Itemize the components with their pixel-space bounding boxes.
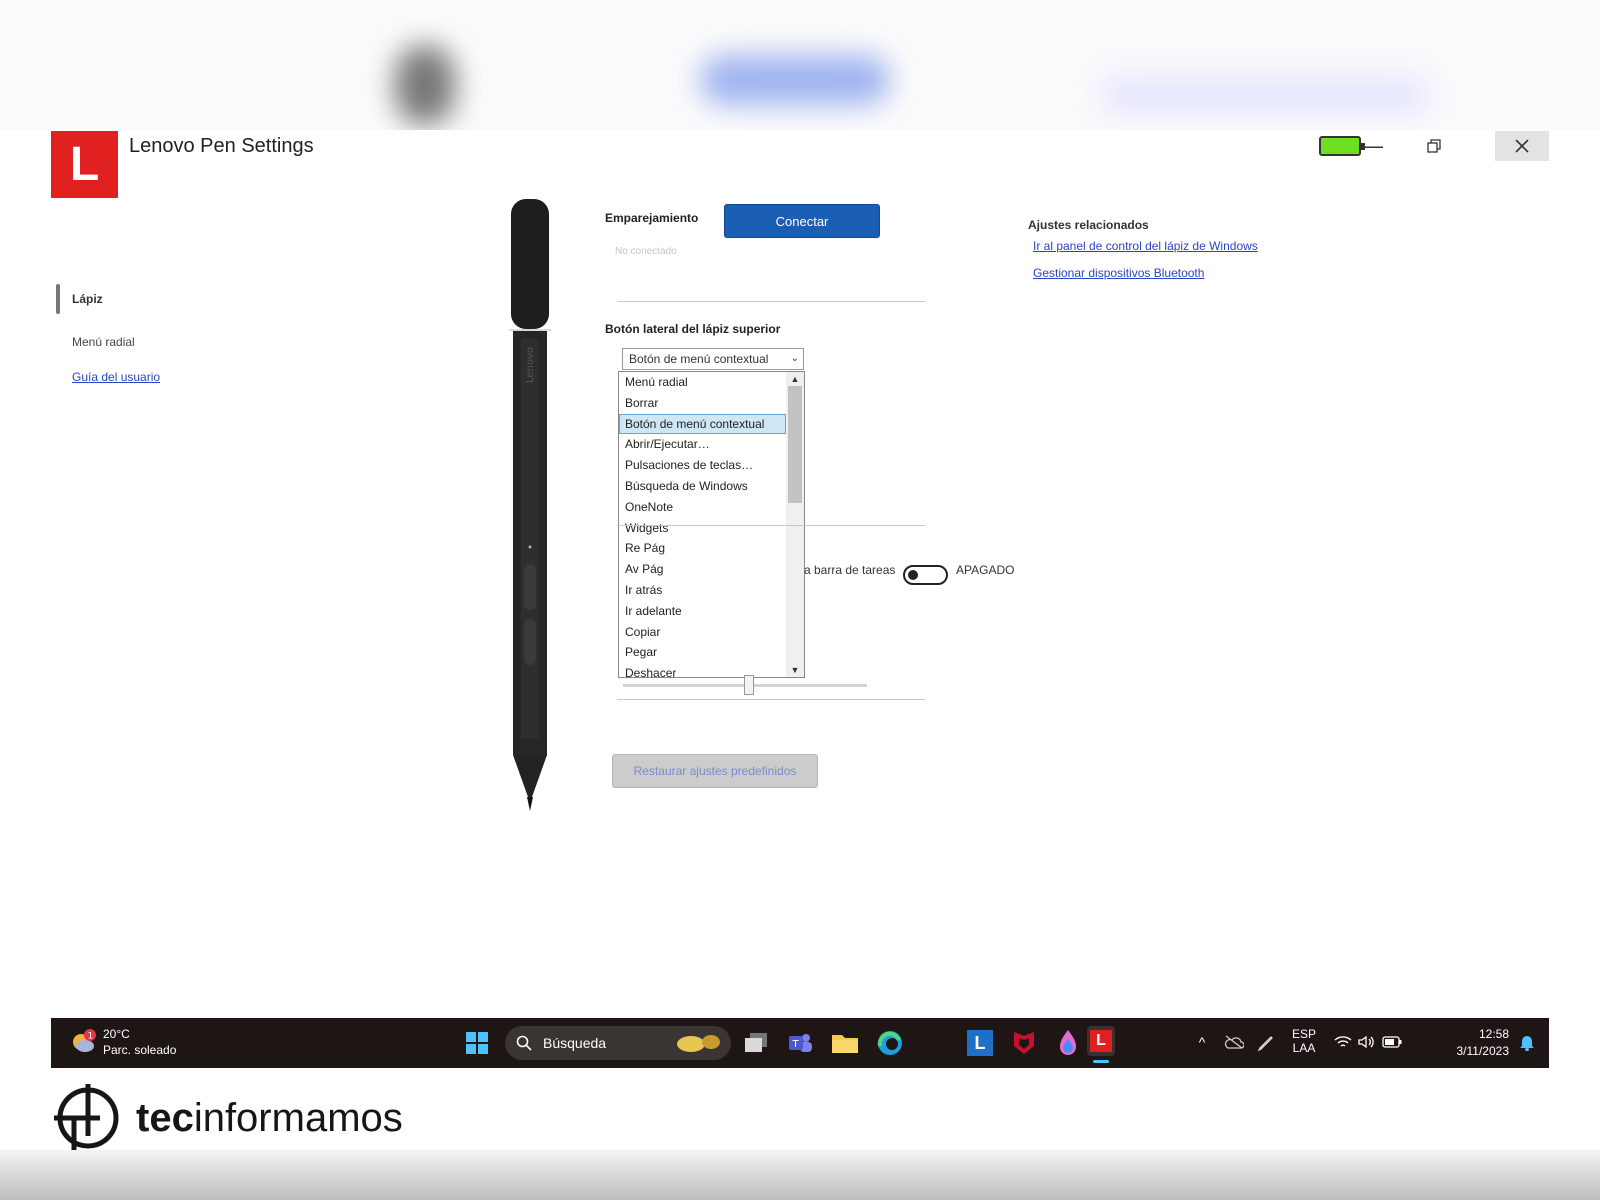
dropdown-option[interactable]: Deshacer xyxy=(619,663,786,677)
weather-temperature: 20°C xyxy=(103,1027,130,1041)
restore-window-button[interactable] xyxy=(1407,131,1461,161)
notification-bell-icon[interactable] xyxy=(1517,1032,1537,1052)
dropdown-option[interactable]: Widgets xyxy=(619,518,786,539)
windows-start-icon[interactable] xyxy=(464,1030,490,1056)
clock-date: 3/11/2023 xyxy=(1456,1044,1510,1058)
weather-description: Parc. soleado xyxy=(103,1043,177,1057)
minimize-icon: — xyxy=(1361,133,1383,158)
pairing-status: No conectado xyxy=(615,246,677,257)
language-code: ESP xyxy=(1291,1027,1316,1041)
lenovo-pen-settings-taskbar-button[interactable]: L xyxy=(1087,1026,1115,1056)
search-placeholder: Búsqueda xyxy=(543,1035,607,1051)
slider-thumb[interactable] xyxy=(744,675,754,695)
close-button[interactable] xyxy=(1495,131,1549,161)
edge-icon[interactable] xyxy=(877,1030,903,1056)
restore-icon xyxy=(1427,139,1441,153)
user-guide-link[interactable]: Guía del usuario xyxy=(72,370,160,384)
dropdown-option[interactable]: Ir atrás xyxy=(619,580,786,601)
dropdown-option[interactable]: Borrar xyxy=(619,393,786,414)
pen-icon[interactable] xyxy=(1255,1032,1277,1052)
pen-illustration: Lenovo xyxy=(509,199,551,811)
close-icon xyxy=(1515,139,1529,153)
clock-time: 12:58 xyxy=(1478,1027,1509,1041)
taskbar-toggle-label: a barra de tareas xyxy=(804,563,896,577)
toggle-knob xyxy=(908,570,918,580)
dropdown-option[interactable]: Abrir/Ejecutar… xyxy=(619,434,786,455)
clock[interactable]: 12:58 3/11/2023 xyxy=(1445,1026,1510,1060)
sidebar-item-lapiz[interactable]: Lápiz xyxy=(72,292,103,306)
taskbar-search[interactable]: Búsqueda xyxy=(505,1026,731,1060)
manage-bluetooth-link[interactable]: Gestionar dispositivos Bluetooth xyxy=(1033,266,1204,280)
window-title: Lenovo Pen Settings xyxy=(129,135,314,157)
scroll-thumb[interactable] xyxy=(788,386,802,503)
onedrive-icon[interactable] xyxy=(1223,1032,1245,1052)
teams-icon[interactable]: T xyxy=(787,1030,813,1056)
dropdown-option[interactable]: Menú radial xyxy=(619,372,786,393)
active-app-indicator xyxy=(1093,1060,1109,1063)
dropdown-option[interactable]: Copiar xyxy=(619,622,786,643)
blurred-shape xyxy=(1100,75,1430,115)
watermark-bold: tec xyxy=(136,1095,194,1140)
chevron-up-icon[interactable]: ^ xyxy=(1193,1032,1211,1052)
watermark-rest: informamos xyxy=(193,1095,403,1140)
related-settings-title: Ajustes relacionados xyxy=(1028,218,1149,232)
dropdown-option[interactable]: Pulsaciones de teclas… xyxy=(619,455,786,476)
dropdown-option[interactable]: Re Pág xyxy=(619,538,786,559)
windows-pen-control-panel-link[interactable]: Ir al panel de control del lápiz de Wind… xyxy=(1033,239,1258,253)
watermark: tecinformamos xyxy=(52,1082,403,1154)
side-button-label: Botón lateral del lápiz superior xyxy=(605,322,781,336)
crosshair-logo-icon xyxy=(54,1084,119,1152)
dropdown-option[interactable]: Botón de menú contextual xyxy=(619,413,786,435)
weather-icon[interactable]: 1 xyxy=(69,1026,97,1056)
restore-defaults-button[interactable]: Restaurar ajustes predefinidos xyxy=(612,754,818,788)
search-icon xyxy=(516,1035,532,1051)
paint-icon[interactable] xyxy=(1055,1028,1081,1058)
svg-text:Lenovo: Lenovo xyxy=(525,347,536,383)
volume-icon[interactable] xyxy=(1357,1032,1377,1052)
mcafee-icon[interactable] xyxy=(1011,1030,1037,1056)
dropdown-option[interactable]: Av Pág xyxy=(619,559,786,580)
blurred-background xyxy=(0,0,1600,130)
dropdown-option[interactable]: Ir adelante xyxy=(619,601,786,622)
dropdown-option[interactable]: OneNote xyxy=(619,497,786,518)
pairing-label: Emparejamiento xyxy=(605,211,699,225)
weather-badge: 1 xyxy=(88,1032,94,1042)
watermark-text: tecinformamos xyxy=(136,1096,403,1141)
section-divider xyxy=(617,525,925,526)
minimize-button[interactable]: — xyxy=(1345,131,1399,161)
scroll-up-icon[interactable]: ▲ xyxy=(786,372,804,386)
side-button-selected-value: Botón de menú contextual xyxy=(629,352,769,366)
battery-tray-icon[interactable] xyxy=(1381,1032,1403,1052)
taskbar: 1 20°C Parc. soleado Búsqueda T L L ^ ES… xyxy=(51,1018,1549,1068)
dropdown-option[interactable]: Búsqueda de Windows xyxy=(619,476,786,497)
blurred-shape xyxy=(395,45,455,125)
keyboard-layout: LAA xyxy=(1292,1041,1316,1055)
chevron-down-icon: ⌄ xyxy=(790,353,799,364)
section-divider xyxy=(617,301,925,302)
sidebar-item-menu-radial[interactable]: Menú radial xyxy=(72,335,135,349)
nav-selection-indicator xyxy=(56,284,60,314)
bottom-blur xyxy=(0,1150,1600,1200)
search-highlight-icon xyxy=(677,1035,720,1052)
task-view-icon[interactable] xyxy=(743,1030,769,1056)
app-window: L Lenovo Pen Settings — Lápiz Menú radia… xyxy=(51,131,1549,1019)
taskbar-toggle-switch[interactable] xyxy=(903,565,948,585)
section-divider xyxy=(617,699,925,700)
dropdown-option[interactable]: Pegar xyxy=(619,642,786,663)
lenovo-pen-icon: L xyxy=(1090,1030,1112,1052)
lenovo-logo: L xyxy=(51,131,118,198)
wifi-icon[interactable] xyxy=(1333,1032,1353,1052)
blurred-shape xyxy=(700,55,890,105)
svg-text:T: T xyxy=(792,1039,800,1050)
side-button-select[interactable]: Botón de menú contextual ⌄ xyxy=(622,348,804,370)
lenovo-vantage-icon[interactable]: L xyxy=(967,1030,993,1056)
file-explorer-icon[interactable] xyxy=(831,1030,859,1056)
connect-button[interactable]: Conectar xyxy=(724,204,880,238)
scroll-down-icon[interactable]: ▼ xyxy=(786,663,804,677)
input-language[interactable]: ESP LAA xyxy=(1287,1027,1321,1055)
toggle-state: APAGADO xyxy=(956,563,1015,577)
